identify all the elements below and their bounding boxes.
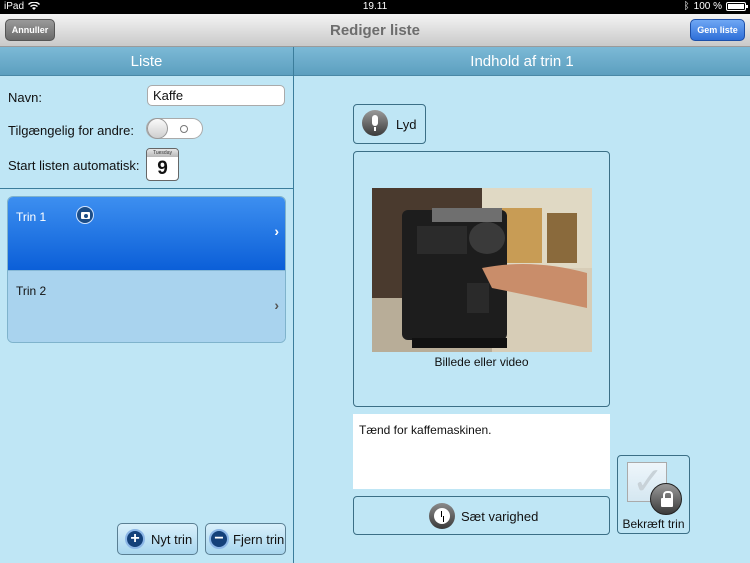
step-row-2[interactable]: Trin 2 › [8, 270, 285, 342]
battery-percent: 100 % [693, 1, 722, 12]
clock-time: 19.11 [362, 1, 388, 12]
remove-step-label: Fjern trin [233, 532, 285, 547]
save-list-button[interactable]: Gem liste [690, 19, 745, 41]
section-divider [0, 188, 293, 189]
step-photo [372, 188, 592, 352]
set-duration-button[interactable]: Sæt varighed [353, 496, 610, 535]
toggle-off-indicator-icon [180, 125, 188, 133]
page-title: Rediger liste [329, 22, 421, 39]
calendar-day: 9 [157, 158, 168, 179]
duration-label: Sæt varighed [461, 509, 539, 524]
chevron-right-icon: › [274, 297, 279, 313]
status-bar: iPad 19.11 ᛒ 100 % [0, 0, 750, 14]
minus-icon: − [209, 529, 229, 549]
camera-icon [76, 206, 94, 224]
chevron-right-icon: › [274, 223, 279, 239]
media-caption: Billede eller video [434, 355, 529, 369]
confirm-label: Bekræft trin [622, 517, 685, 531]
step-label: Trin 1 [16, 210, 47, 224]
pane-divider [293, 47, 294, 563]
shared-label: Tilgængelig for andre: [8, 123, 134, 138]
sound-button[interactable]: Lyd [353, 104, 426, 144]
new-step-button[interactable]: + Nyt trin [117, 523, 198, 555]
autostart-label: Start listen automatisk: [8, 158, 140, 173]
new-step-label: Nyt trin [151, 532, 193, 547]
step-row-1[interactable]: Trin 1 › [8, 197, 285, 270]
lock-icon [650, 483, 682, 515]
media-picker[interactable]: Billede eller video [353, 151, 610, 407]
coffee-machine-photo [372, 188, 592, 352]
name-field[interactable]: Kaffe [147, 85, 285, 106]
step-list: Trin 1 › Trin 2 › [7, 196, 286, 343]
plus-icon: + [125, 529, 145, 549]
shared-toggle[interactable] [146, 118, 203, 139]
toggle-knob [147, 118, 168, 139]
list-section-header: Liste [0, 47, 293, 76]
calendar-icon-button[interactable]: Tuesday 9 [146, 148, 179, 181]
step-content-header: Indhold af trin 1 [294, 47, 750, 76]
microphone-icon [362, 110, 388, 136]
sound-label: Lyd [396, 117, 417, 132]
navigation-bar: Annuller Rediger liste Gem liste [0, 14, 750, 47]
step-label: Trin 2 [16, 284, 47, 298]
step-text: Tænd for kaffemaskinen. [359, 423, 492, 437]
clock-icon [429, 503, 455, 529]
remove-step-button[interactable]: − Fjern trin [205, 523, 286, 555]
bluetooth-icon: ᛒ [683, 1, 690, 12]
step-text-area[interactable]: Tænd for kaffemaskinen. [353, 414, 610, 489]
confirm-step-button[interactable]: Bekræft trin [617, 455, 690, 534]
calendar-weekday: Tuesday [147, 149, 178, 157]
battery-icon [726, 2, 748, 11]
name-label: Navn: [8, 90, 42, 105]
